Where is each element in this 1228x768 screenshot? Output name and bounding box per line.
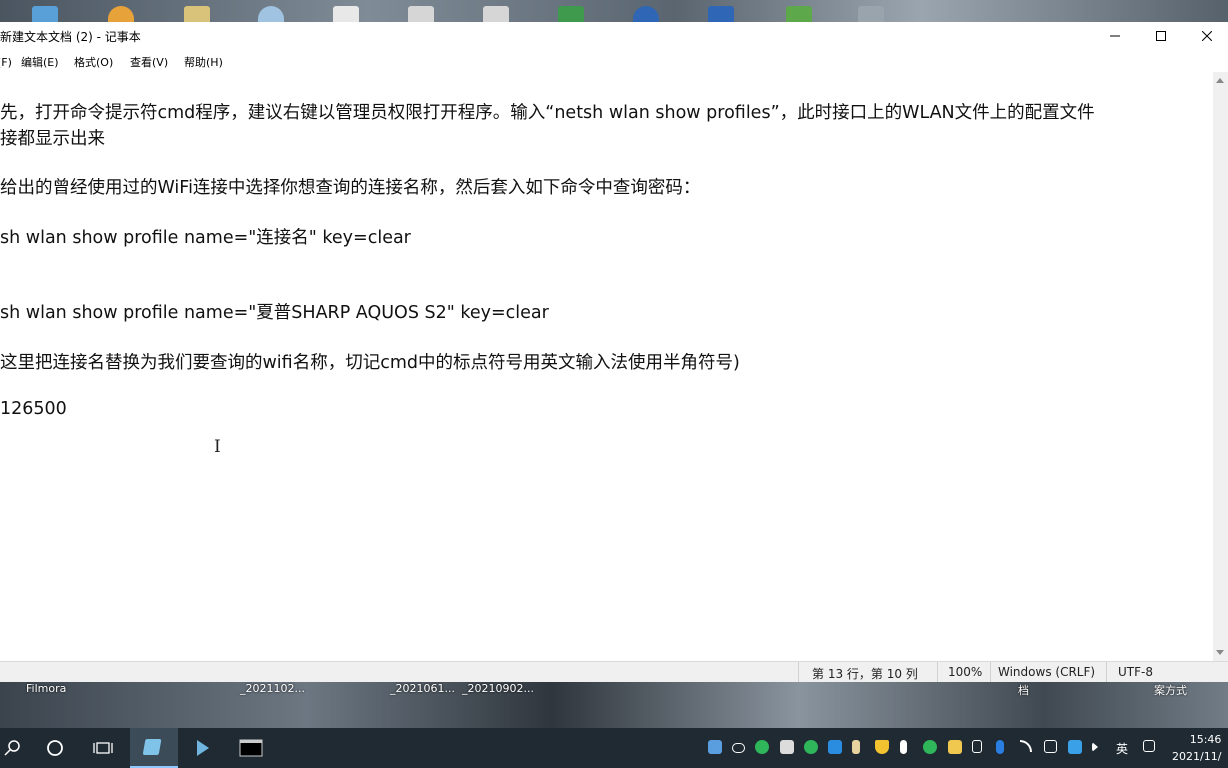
app-icon [197,740,209,756]
desktop-bottom-strip: Filmora _2021102... _2021061... _2021090… [0,682,1228,728]
desktop-icon[interactable] [333,6,359,22]
terminal-icon [239,739,263,757]
desktop-label[interactable]: _20210902... [462,682,534,695]
shield-icon[interactable] [875,740,889,754]
tray-icon[interactable] [780,740,794,754]
tray-icon[interactable] [828,740,842,754]
maximize-button[interactable] [1138,22,1184,50]
desktop-icon[interactable] [858,6,884,22]
text-line: 给出的曾经使用过的WiFi连接中选择你想查询的连接名称，然后套入如下命令中查询密… [0,178,701,198]
text-line: 接都显示出来 [0,129,105,149]
line-ending: Windows (CRLF) [998,665,1096,679]
tray-icon[interactable] [1068,740,1082,754]
taskbar-notepad-button[interactable] [130,728,178,768]
menu-file[interactable]: 件(F) [0,54,12,70]
desktop-icon[interactable] [786,6,812,22]
clock-time: 15:46 [1189,733,1222,746]
wechat-icon[interactable] [755,740,769,754]
desktop-icon[interactable] [258,6,284,22]
desktop-label[interactable]: _2021102... [240,682,305,695]
desktop-label[interactable]: 档 [1018,682,1029,698]
task-view-button[interactable] [80,728,126,768]
text-line: 先，打开命令提示符cmd程序，建议右键以管理员权限打开程序。输入“netsh w… [0,103,1095,123]
text-editor[interactable]: 先，打开命令提示符cmd程序，建议右键以管理员权限打开程序。输入“netsh w… [0,72,1213,661]
vertical-scrollbar[interactable] [1213,72,1228,661]
desktop-icon[interactable] [558,6,584,22]
desktop-label[interactable]: 案方式 [1154,682,1187,698]
tray-icon[interactable] [708,740,722,754]
scroll-up-icon[interactable] [1216,78,1224,83]
window-title: 新建文本文档 (2) - 记事本 [0,30,141,44]
desktop-icon[interactable] [108,6,134,22]
desktop-icon[interactable] [184,6,210,22]
desktop-top-strip [0,0,1228,22]
desktop-label[interactable]: Filmora [26,682,66,695]
volume-icon[interactable] [1092,742,1098,752]
desktop-icon[interactable] [408,6,434,22]
cursor-position: 第 13 行，第 10 列 [812,667,918,681]
desktop-icon[interactable] [708,6,734,22]
notepad-window: 新建文本文档 (2) - 记事本 件(F) 编辑(E) 格式(O) 查看(V) … [0,22,1228,683]
clock-date: 2021/11/ [1172,750,1222,763]
tray-icon[interactable] [972,740,982,753]
status-divider [1106,662,1107,683]
menu-bar: 件(F) 编辑(E) 格式(O) 查看(V) 帮助(H) [0,50,1228,72]
ime-indicator[interactable]: 英 [1116,740,1128,757]
menu-view[interactable]: 查看(V) [130,54,168,70]
zoom-level: 100% [948,665,983,679]
tray-icon[interactable] [1044,740,1057,753]
status-bar: 第 13 行，第 10 列 100% Windows (CRLF) UTF-8 [0,661,1228,683]
text-line: 126500 [0,399,67,419]
minimize-icon [1110,35,1120,37]
desktop-icon[interactable] [483,6,509,22]
scroll-down-icon[interactable] [1216,650,1224,655]
maximize-icon [1156,31,1166,41]
task-view-icon [93,742,113,754]
text-cursor-icon: I [214,437,221,457]
status-divider [990,662,991,683]
menu-edit[interactable]: 编辑(E) [21,54,59,70]
tray-icon[interactable] [732,743,745,753]
text-line: sh wlan show profile name="夏普SHARP AQUOS… [0,303,549,323]
taskbar-app-button[interactable] [180,728,226,768]
close-icon [1202,31,1212,41]
tray-icon[interactable] [852,740,860,754]
microphone-icon[interactable] [900,740,907,754]
desktop-icon[interactable] [633,6,659,22]
taskbar: 英 15:46 2021/11/ [0,728,1228,768]
menu-help[interactable]: 帮助(H) [184,54,223,70]
search-icon [4,740,20,756]
text-line: 这里把连接名替换为我们要查询的wifi名称，切记cmd中的标点符号用英文输入法使… [0,353,740,373]
taskbar-cmd-button[interactable] [228,728,274,768]
notepad-icon [143,739,162,755]
wechat-icon[interactable] [804,740,818,754]
cortana-button[interactable] [32,728,78,768]
menu-format[interactable]: 格式(O) [74,54,113,70]
desktop-label[interactable]: _2021061... [390,682,455,695]
search-button[interactable] [0,728,36,768]
encoding: UTF-8 [1118,665,1153,679]
close-button[interactable] [1184,22,1228,50]
status-divider [798,662,799,683]
title-bar[interactable]: 新建文本文档 (2) - 记事本 [0,22,1228,50]
keyboard-icon[interactable] [1143,740,1155,752]
wechat-icon[interactable] [923,740,937,754]
status-divider [937,662,938,683]
minimize-button[interactable] [1092,22,1138,50]
desktop-icon[interactable] [32,6,58,22]
cortana-icon [47,740,63,756]
wifi-icon[interactable] [1020,740,1032,752]
clock[interactable]: 15:46 2021/11/ [1172,731,1221,765]
text-line: sh wlan show profile name="连接名" key=clea… [0,228,411,248]
bluetooth-icon[interactable] [996,740,1004,754]
folder-icon[interactable] [948,740,962,754]
